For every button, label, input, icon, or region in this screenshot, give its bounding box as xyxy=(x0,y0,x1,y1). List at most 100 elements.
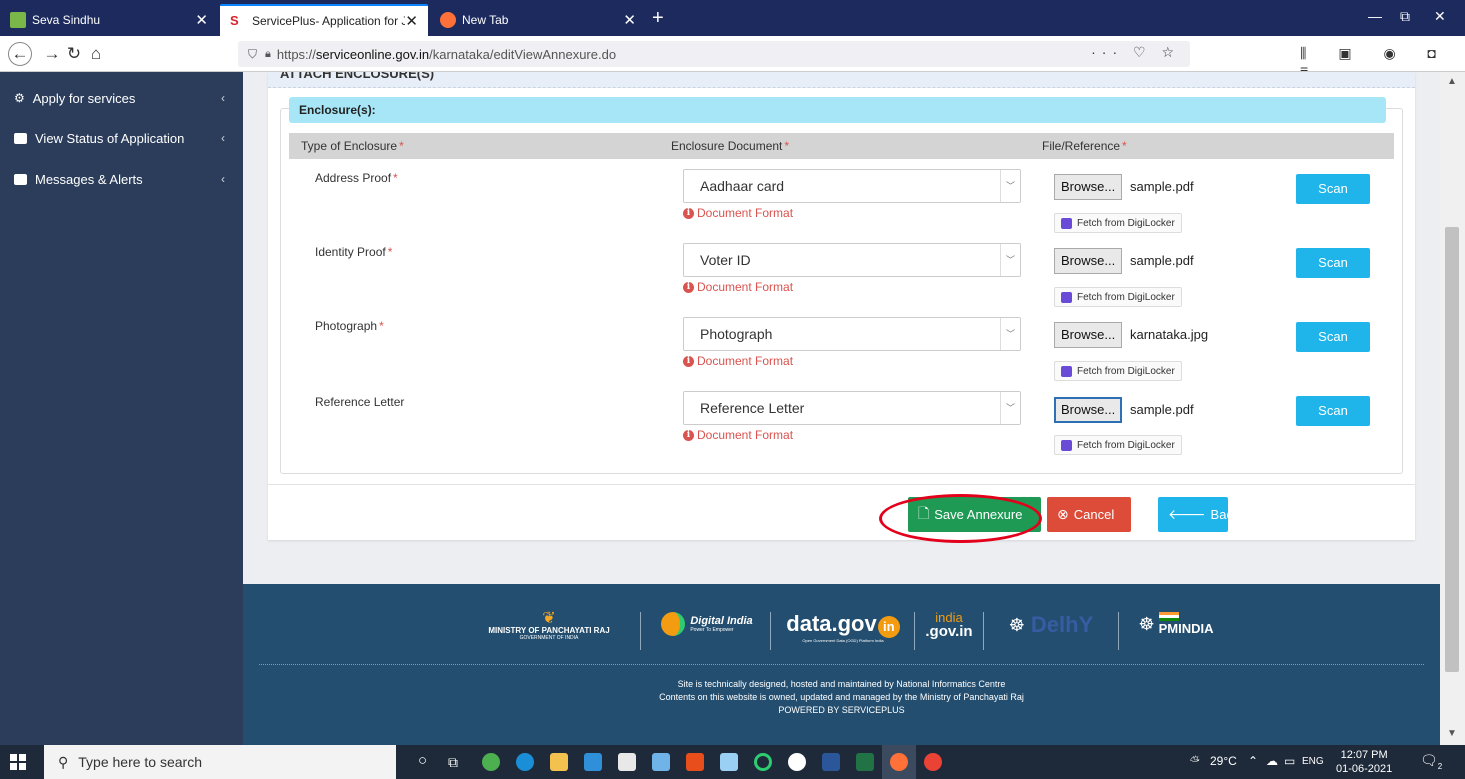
tab-seva-sindhu[interactable]: Seva Sindhu ✕ xyxy=(0,4,218,36)
row-label-address-proof: Address Proof * xyxy=(315,171,398,185)
back-arrow-icon[interactable]: ← xyxy=(8,42,32,66)
sidebar-item-view-status[interactable]: View Status of Application ‹ xyxy=(0,118,243,158)
close-window-button[interactable]: ✕ xyxy=(1434,8,1446,25)
firefox-icon[interactable] xyxy=(890,753,908,771)
taskbar-search[interactable]: ⚲ Type here to search xyxy=(44,745,396,779)
scan-button[interactable]: Scan xyxy=(1296,322,1370,352)
footer-line-ministry: Contents on this website is owned, updat… xyxy=(659,692,1024,702)
browse-button[interactable]: Browse... xyxy=(1054,322,1123,348)
browse-button[interactable]: Browse... xyxy=(1054,397,1123,423)
sidebar-item-messages[interactable]: Messages & Alerts ‹ xyxy=(0,159,243,199)
selected-file-name: karnataka.jpg xyxy=(1130,327,1209,342)
forward-arrow-icon[interactable]: → xyxy=(40,42,64,66)
file-icon: 🗋︎ xyxy=(918,504,930,521)
scroll-up-icon[interactable]: ▲ xyxy=(1447,76,1457,87)
document-select-identity-proof[interactable]: Voter ID ﹀ xyxy=(683,243,1021,277)
browser-nav-bar: ← → ↻ ⌂ ⛉ 🔒︎ https://serviceonline.gov.i… xyxy=(0,36,1465,78)
digital-india-logo[interactable]: Digital India Power To Empower xyxy=(651,612,763,636)
panchayati-raj-logo[interactable]: ❦ MINISTRY OF PANCHAYATI RAJ GOVERNMENT … xyxy=(475,611,623,642)
edge-icon[interactable] xyxy=(516,753,534,771)
digilocker-icon xyxy=(1061,439,1072,451)
column-document-header: Enclosure Document * xyxy=(671,139,790,153)
scan-button[interactable]: Scan xyxy=(1296,396,1370,426)
reload-icon[interactable]: ↻ xyxy=(62,42,86,66)
delhy-logo[interactable]: ☸ DelhY xyxy=(995,612,1107,638)
task-view-icon[interactable]: ⧉ xyxy=(448,754,458,771)
firefox-favicon-icon xyxy=(440,12,456,28)
cortana-icon[interactable]: ○ xyxy=(418,752,427,769)
scroll-thumb[interactable] xyxy=(1445,227,1459,672)
app-icon[interactable] xyxy=(652,753,670,771)
card-header: ATTACH ENCLOSURE(S) xyxy=(268,72,1415,88)
back-button[interactable]: 🡐 Back xyxy=(1158,497,1239,532)
network-icon[interactable]: ▭ xyxy=(1284,754,1295,768)
page-actions-icon[interactable]: ··· ♡ ☆ xyxy=(1091,44,1180,61)
browse-button[interactable]: Browse... xyxy=(1054,248,1123,274)
tab-title: New Tab xyxy=(462,13,509,27)
app-icon[interactable] xyxy=(720,753,738,771)
fetch-digilocker-button[interactable]: Fetch from DigiLocker xyxy=(1054,287,1182,307)
weather-icon[interactable]: ⛅︎ xyxy=(1190,754,1200,769)
datagov-logo[interactable]: data.gov in Open Government Data (OGD) Pl… xyxy=(780,612,906,643)
digilocker-icon xyxy=(1061,217,1072,229)
word-icon[interactable] xyxy=(822,753,840,771)
logo-separator xyxy=(1118,612,1119,650)
document-format-link[interactable]: i Document Format xyxy=(683,206,793,220)
chrome-icon[interactable] xyxy=(482,753,500,771)
scroll-down-icon[interactable]: ▼ xyxy=(1447,728,1457,739)
address-bar[interactable]: ⛉ 🔒︎ https://serviceonline.gov.in/karnat… xyxy=(238,41,1190,67)
partner-logos: ❦ MINISTRY OF PANCHAYATI RAJ GOVERNMENT … xyxy=(243,604,1440,656)
office-icon[interactable] xyxy=(686,753,704,771)
india-gov-logo[interactable]: india .gov.in xyxy=(924,611,974,640)
app-icon[interactable] xyxy=(788,753,806,771)
cancel-button[interactable]: ⊗ Cancel xyxy=(1047,497,1131,532)
document-format-link[interactable]: i Document Format xyxy=(683,428,793,442)
document-select-address-proof[interactable]: Aadhaar card ﹀ xyxy=(683,169,1021,203)
minimize-button[interactable]: — xyxy=(1368,8,1382,24)
fetch-digilocker-button[interactable]: Fetch from DigiLocker xyxy=(1054,361,1182,381)
logo-separator xyxy=(983,612,984,650)
document-select-photograph[interactable]: Photograph ﹀ xyxy=(683,317,1021,351)
emblem-icon: ☸ xyxy=(1138,613,1155,634)
new-tab-button[interactable]: + xyxy=(652,4,664,32)
mail-icon[interactable] xyxy=(584,753,602,771)
notification-icon[interactable]: 🗨︎2 xyxy=(1420,752,1442,771)
fetch-digilocker-button[interactable]: Fetch from DigiLocker xyxy=(1054,435,1182,455)
digital-india-icon xyxy=(661,612,686,636)
close-tab-icon[interactable]: ✕ xyxy=(623,11,636,29)
cloud-icon[interactable]: ☁ xyxy=(1266,754,1278,768)
browser-tab-bar: Seva Sindhu ✕ S ServicePlus- Application… xyxy=(0,0,1465,36)
taskbar-clock[interactable]: 12:07 PM 01-06-2021 xyxy=(1336,748,1392,776)
row-label-reference-letter: Reference Letter xyxy=(315,395,405,409)
document-select-reference-letter[interactable]: Reference Letter ﹀ xyxy=(683,391,1021,425)
browse-button[interactable]: Browse... xyxy=(1054,174,1123,200)
sidebar-item-apply-services[interactable]: ⚙ Apply for services ‹ xyxy=(0,78,243,118)
scan-button[interactable]: Scan xyxy=(1296,174,1370,204)
footer-line-nic: Site is technically designed, hosted and… xyxy=(677,679,1006,689)
windows-start-icon[interactable] xyxy=(10,754,26,770)
maximize-button[interactable]: ⧉ xyxy=(1400,8,1410,25)
panel-title: Enclosure(s): xyxy=(289,97,1386,123)
document-format-link[interactable]: i Document Format xyxy=(683,280,793,294)
page-scrollbar[interactable]: ▲ ▼ xyxy=(1440,72,1465,745)
app-icon[interactable] xyxy=(754,753,772,771)
file-explorer-icon[interactable] xyxy=(550,753,568,771)
scan-button[interactable]: Scan xyxy=(1296,248,1370,278)
pmindia-logo[interactable]: ☸ PMINDIA xyxy=(1130,612,1222,636)
store-icon[interactable] xyxy=(618,753,636,771)
home-icon[interactable]: ⌂ xyxy=(84,42,108,66)
document-format-link[interactable]: i Document Format xyxy=(683,354,793,368)
tab-new-tab[interactable]: New Tab ✕ xyxy=(430,4,646,36)
close-tab-icon[interactable]: ✕ xyxy=(405,12,418,30)
column-type-header: Type of Enclosure * xyxy=(301,139,404,153)
windows-taskbar: ⚲ Type here to search ○ ⧉ ⛅︎ 29°C ⌃ ☁ ▭ … xyxy=(0,745,1465,779)
language-indicator[interactable]: ENG xyxy=(1302,756,1324,767)
weather-temp[interactable]: 29°C xyxy=(1210,754,1237,768)
tab-serviceplus[interactable]: S ServicePlus- Application for Jo ✕ xyxy=(220,4,428,36)
fetch-digilocker-button[interactable]: Fetch from DigiLocker xyxy=(1054,213,1182,233)
close-tab-icon[interactable]: ✕ xyxy=(195,11,208,29)
chrome-icon[interactable] xyxy=(924,753,942,771)
save-annexure-button[interactable]: 🗋︎ Save Annexure xyxy=(908,497,1041,532)
excel-icon[interactable] xyxy=(856,753,874,771)
tray-chevron-up-icon[interactable]: ⌃ xyxy=(1248,754,1258,768)
